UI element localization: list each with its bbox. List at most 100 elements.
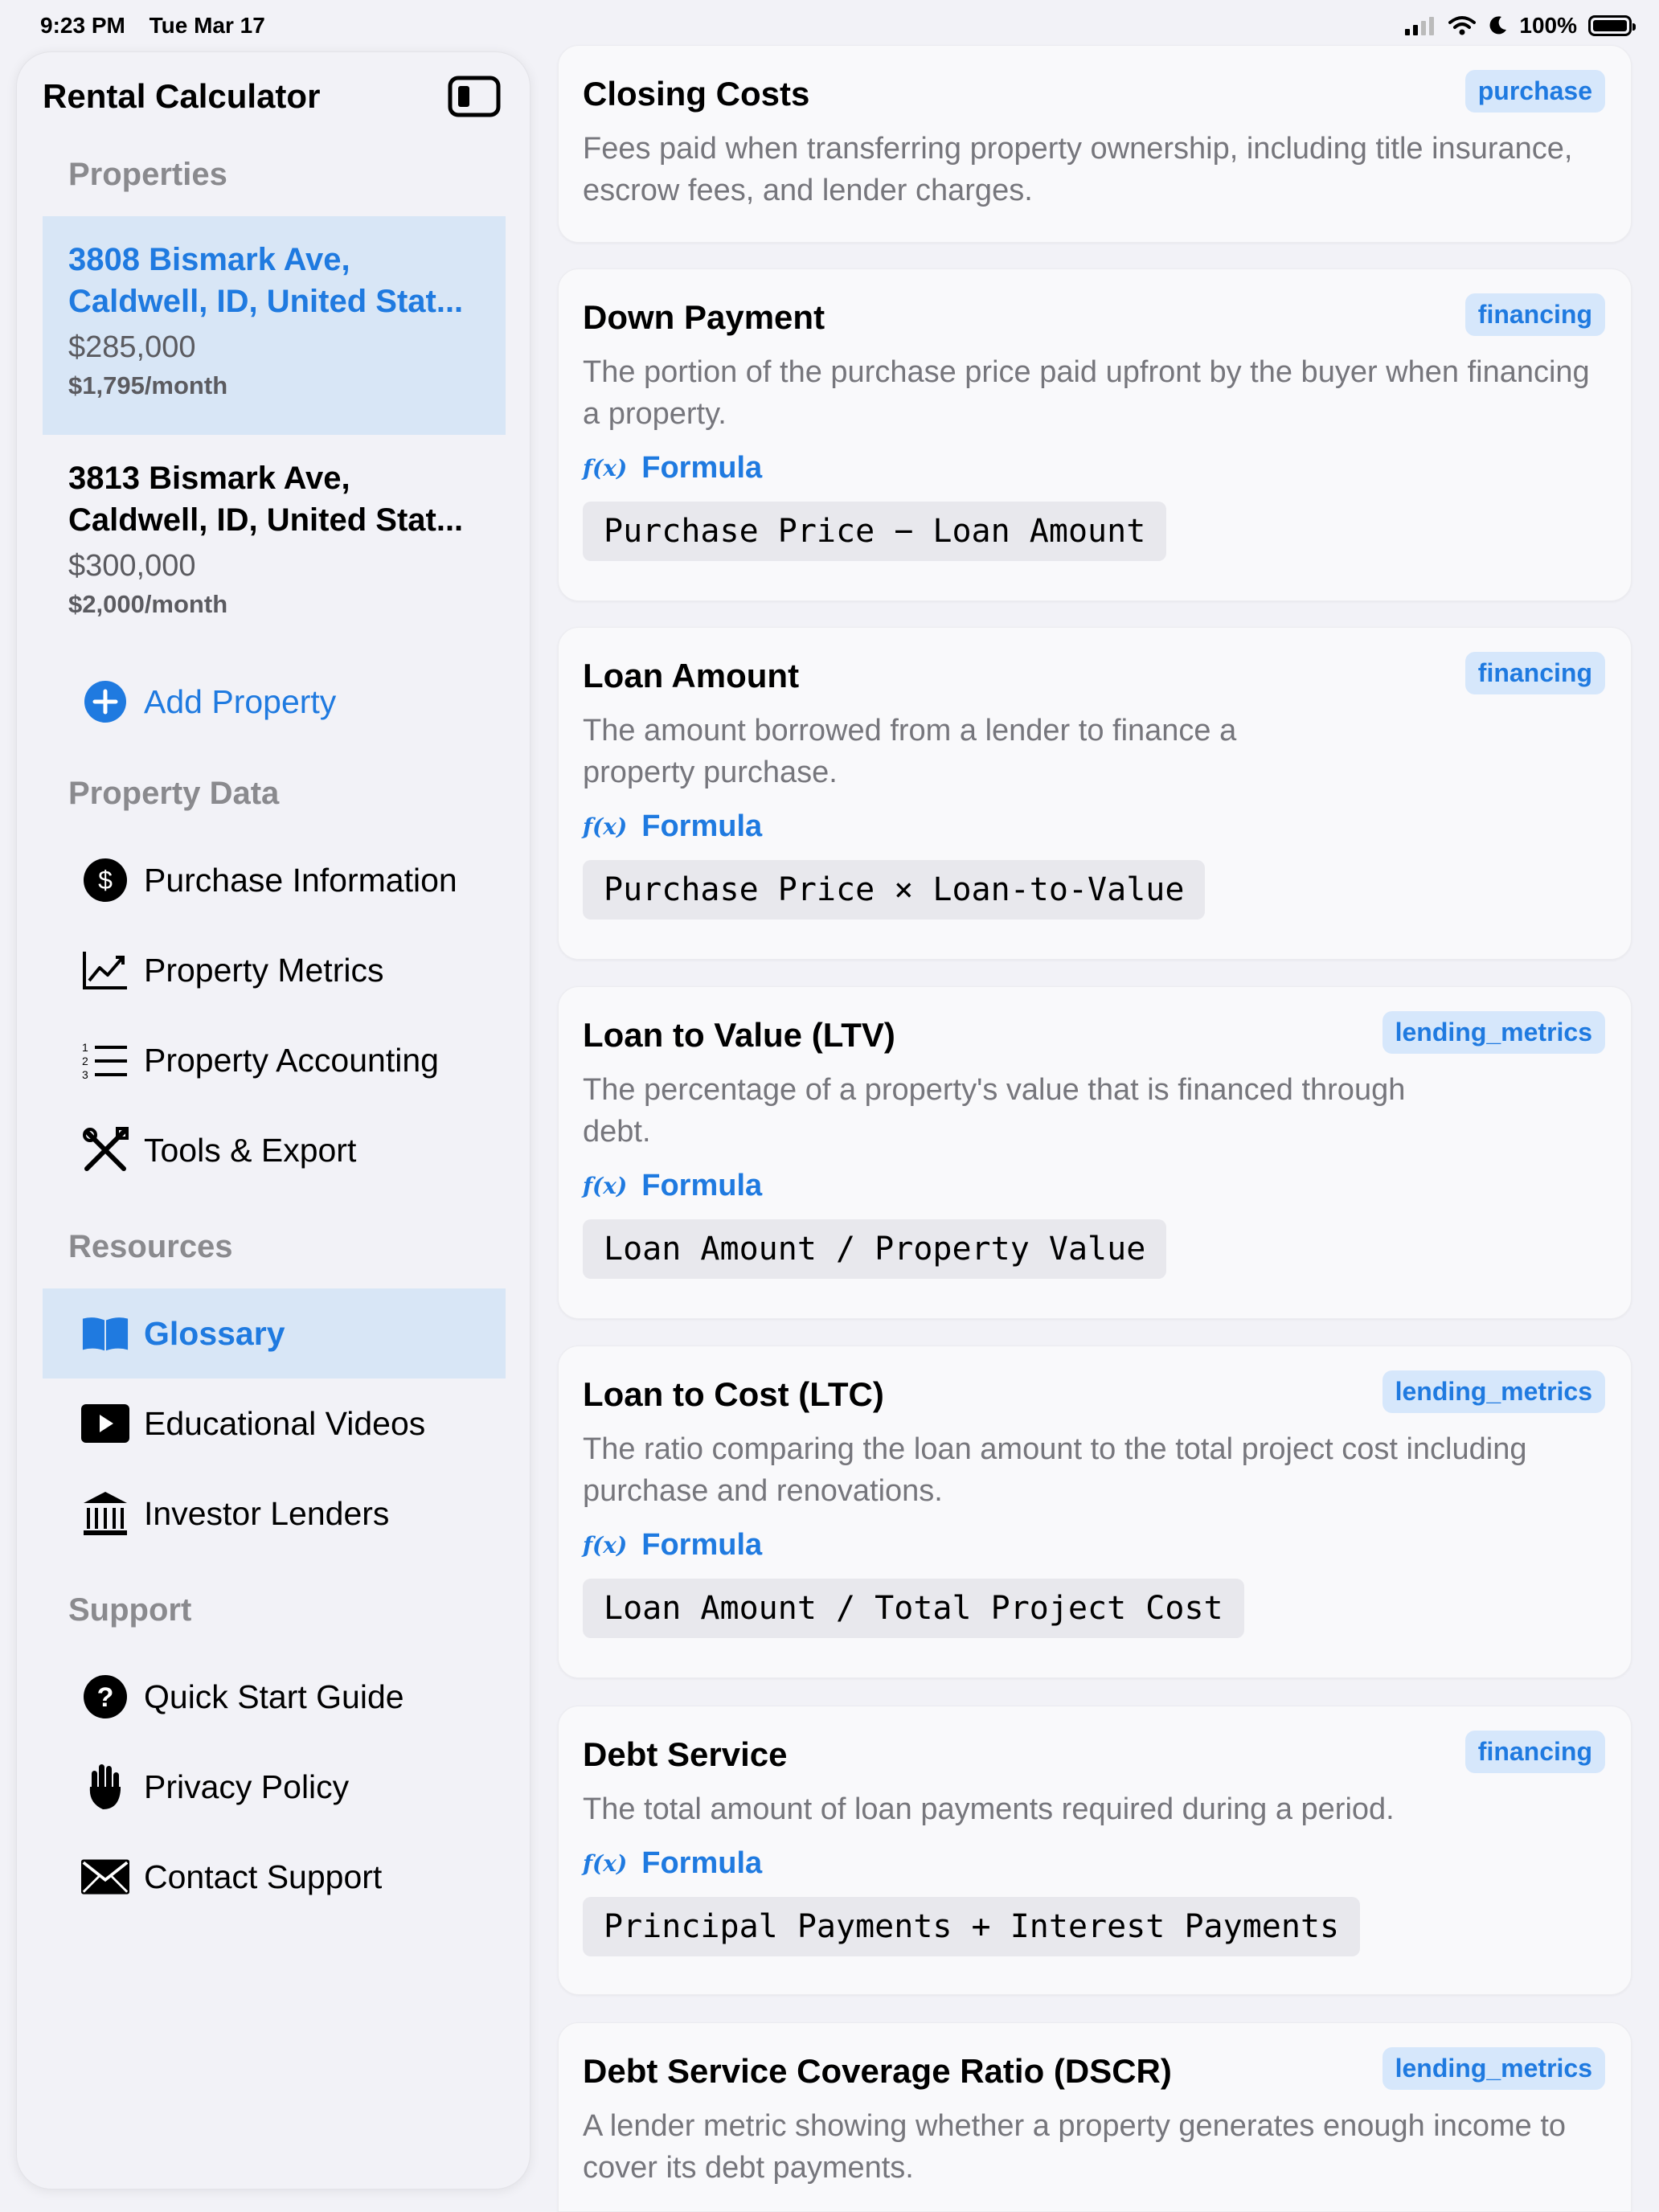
property-price: $300,000 — [68, 549, 196, 583]
term-description: The amount borrowed from a lender to fin… — [583, 714, 1237, 789]
glossary-card-dscr: Debt Service Coverage Ratio (DSCR) lendi… — [558, 2022, 1632, 2212]
bank-building-icon — [81, 1489, 129, 1538]
section-title-property-data: Property Data — [68, 776, 280, 811]
sidebar-item-label: Contact Support — [144, 1858, 383, 1895]
status-bar: 9:23 PM Tue Mar 17 100% — [0, 0, 1659, 51]
function-icon: f(x) — [583, 1173, 628, 1199]
status-time: 9:23 PM — [40, 13, 125, 38]
status-date: Tue Mar 17 — [149, 13, 265, 38]
sidebar: Rental Calculator Properties 3808 Bismar… — [16, 51, 530, 2189]
add-property-label: Add Property — [144, 682, 337, 720]
category-tag: purchase — [1464, 70, 1605, 113]
formula-box: Purchase Price × Loan-to-Value — [583, 860, 1206, 920]
svg-text:$: $ — [98, 866, 113, 895]
book-icon — [81, 1309, 129, 1358]
glossary-card-down-payment: Down Payment financing The portion of th… — [558, 268, 1632, 601]
term-title: Loan to Value (LTV) — [583, 1016, 895, 1054]
function-icon: f(x) — [583, 455, 628, 481]
glossary-card-debt-service: Debt Service financing The total amount … — [558, 1706, 1632, 1995]
cellular-signal-icon — [1405, 17, 1435, 35]
term-title: Closing Costs — [583, 75, 810, 113]
formula-label-text: Formula — [641, 809, 763, 843]
sidebar-item-property-accounting[interactable]: 123 Property Accounting — [43, 1015, 506, 1105]
sidebar-item-purchase-information[interactable]: $ Purchase Information — [43, 835, 506, 925]
property-item-2[interactable]: 3813 Bismark Ave, Caldwell, ID, United S… — [43, 435, 506, 653]
formula-box: Purchase Price − Loan Amount — [583, 502, 1167, 561]
dollar-circle-icon: $ — [81, 856, 129, 904]
function-icon: f(x) — [583, 813, 628, 840]
category-tag: financing — [1464, 652, 1605, 694]
property-rent: $2,000/month — [68, 590, 228, 618]
property-item-1[interactable]: 3808 Bismark Ave, Caldwell, ID, United S… — [43, 216, 506, 435]
plus-circle-icon — [81, 678, 129, 726]
svg-text:1: 1 — [82, 1041, 88, 1054]
add-property-button[interactable]: Add Property — [43, 653, 506, 750]
sidebar-item-investor-lenders[interactable]: Investor Lenders — [43, 1469, 506, 1559]
formula-label-text: Formula — [641, 1169, 763, 1202]
sidebar-item-label: Glossary — [144, 1314, 285, 1352]
sidebar-item-educational-videos[interactable]: Educational Videos — [43, 1378, 506, 1469]
formula-box: Loan Amount / Total Project Cost — [583, 1579, 1244, 1638]
sidebar-item-tools-export[interactable]: Tools & Export — [43, 1105, 506, 1195]
sidebar-item-property-metrics[interactable]: Property Metrics — [43, 925, 506, 1015]
term-title: Debt Service — [583, 1735, 788, 1773]
formula-label: f(x) Formula — [583, 1528, 1605, 1563]
sidebar-item-privacy-policy[interactable]: Privacy Policy — [43, 1742, 506, 1832]
term-title: Loan to Cost (LTC) — [583, 1375, 884, 1413]
sidebar-item-label: Educational Videos — [144, 1404, 426, 1442]
term-description: The percentage of a property's value tha… — [583, 1073, 1406, 1149]
question-circle-icon: ? — [81, 1673, 129, 1721]
svg-text:2: 2 — [82, 1055, 88, 1067]
sidebar-item-label: Property Metrics — [144, 951, 384, 989]
property-rent: $1,795/month — [68, 371, 228, 399]
term-description: The total amount of loan payments requir… — [583, 1792, 1395, 1826]
wifi-icon — [1448, 16, 1477, 35]
tools-icon — [81, 1126, 129, 1174]
battery-icon — [1588, 15, 1636, 36]
term-description: Fees paid when transferring property own… — [583, 132, 1573, 207]
sidebar-item-glossary[interactable]: Glossary — [43, 1288, 506, 1378]
formula-label-text: Formula — [641, 1846, 763, 1880]
sidebar-item-label: Property Accounting — [144, 1041, 439, 1079]
term-description: The ratio comparing the loan amount to t… — [583, 1432, 1527, 1508]
glossary-card-closing-costs: Closing Costs purchase Fees paid when tr… — [558, 45, 1632, 243]
term-title: Debt Service Coverage Ratio (DSCR) — [583, 2052, 1172, 2090]
glossary-card-loan-amount: Loan Amount financing The amount borrowe… — [558, 627, 1632, 960]
glossary-card-loan-to-value: Loan to Value (LTV) lending_metrics The … — [558, 986, 1632, 1319]
sidebar-item-contact-support[interactable]: Contact Support — [43, 1832, 506, 1922]
sidebar-toggle-icon[interactable] — [448, 76, 501, 117]
app-title: Rental Calculator — [43, 77, 321, 115]
section-title-resources: Resources — [68, 1229, 233, 1264]
battery-percent: 100% — [1519, 13, 1577, 38]
category-tag: lending_metrics — [1382, 2047, 1605, 2090]
raised-hand-icon — [81, 1763, 129, 1811]
sidebar-item-label: Purchase Information — [144, 861, 457, 899]
section-title-properties: Properties — [68, 157, 227, 192]
term-description: A lender metric showing whether a proper… — [583, 2109, 1567, 2185]
category-tag: financing — [1464, 1731, 1605, 1773]
svg-text:3: 3 — [82, 1068, 88, 1080]
function-icon: f(x) — [583, 1532, 628, 1559]
function-icon: f(x) — [583, 1850, 628, 1877]
section-title-support: Support — [68, 1592, 192, 1628]
line-chart-icon — [81, 946, 129, 994]
sidebar-item-label: Privacy Policy — [144, 1768, 350, 1805]
sidebar-item-quick-start-guide[interactable]: ? Quick Start Guide — [43, 1652, 506, 1742]
formula-label: f(x) Formula — [583, 809, 1605, 844]
formula-label: f(x) Formula — [583, 1169, 1605, 1203]
formula-label: f(x) Formula — [583, 451, 1605, 485]
formula-box: Principal Payments + Interest Payments — [583, 1897, 1361, 1956]
property-address: 3813 Bismark Ave, Caldwell, ID, United S… — [68, 461, 464, 538]
formula-label-text: Formula — [641, 451, 763, 485]
play-video-icon — [81, 1399, 129, 1448]
category-tag: lending_metrics — [1382, 1370, 1605, 1413]
sidebar-header: Rental Calculator — [43, 68, 501, 125]
property-price: $285,000 — [68, 330, 196, 364]
category-tag: financing — [1464, 293, 1605, 336]
formula-label-text: Formula — [641, 1528, 763, 1562]
term-description: The portion of the purchase price paid u… — [583, 355, 1590, 431]
numbered-list-icon: 123 — [81, 1036, 129, 1084]
moon-icon — [1489, 16, 1507, 35]
category-tag: lending_metrics — [1382, 1011, 1605, 1054]
formula-box: Loan Amount / Property Value — [583, 1219, 1167, 1279]
